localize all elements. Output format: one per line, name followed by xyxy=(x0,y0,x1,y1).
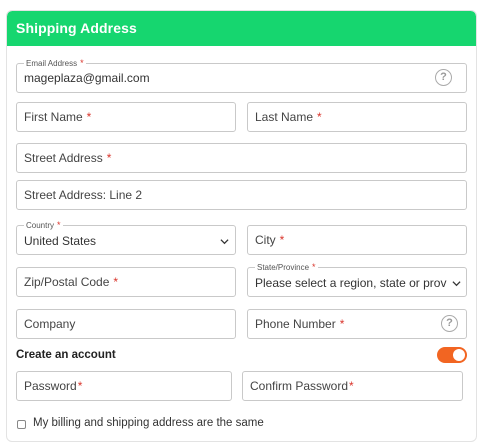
first-name-field[interactable]: First Name * xyxy=(16,102,236,132)
zip-field[interactable]: Zip/Postal Code * xyxy=(16,267,236,297)
country-value: United States xyxy=(24,234,97,248)
toggle-knob xyxy=(453,349,465,361)
panel-header: Shipping Address xyxy=(7,11,476,46)
email-value: mageplaza@gmail.com xyxy=(24,71,150,85)
password-field[interactable]: Password* xyxy=(16,371,232,401)
country-select[interactable]: Country * United States xyxy=(16,219,236,255)
panel-title: Shipping Address xyxy=(16,20,137,36)
confirm-password-field[interactable]: Confirm Password* xyxy=(242,371,463,401)
last-name-field[interactable]: Last Name * xyxy=(247,102,467,132)
same-address-label[interactable]: My billing and shipping address are the … xyxy=(33,417,264,429)
company-field[interactable]: Company xyxy=(16,309,236,339)
state-select[interactable]: State/Province * Please select a region, … xyxy=(247,261,467,297)
same-address-checkbox[interactable] xyxy=(17,420,26,429)
shipping-address-panel: Shipping Address Email Address * mageplaz… xyxy=(6,10,477,442)
country-label: Country * xyxy=(24,219,63,232)
city-placeholder: City xyxy=(255,233,276,247)
question-circle-icon[interactable]: ? xyxy=(441,315,458,332)
question-circle-icon[interactable]: ? xyxy=(435,69,452,86)
last-name-placeholder: Last Name xyxy=(255,110,314,124)
street-address-line2-field[interactable]: Street Address: Line 2 xyxy=(16,180,467,210)
state-value: Please select a region, state or provinc… xyxy=(255,276,447,290)
company-placeholder: Company xyxy=(24,317,76,331)
zip-placeholder: Zip/Postal Code xyxy=(24,275,110,289)
city-field[interactable]: City * xyxy=(247,225,467,255)
chevron-down-icon xyxy=(220,239,229,245)
street-address-field[interactable]: Street Address * xyxy=(16,143,467,173)
create-account-toggle[interactable] xyxy=(437,347,467,363)
password-placeholder: Password xyxy=(24,379,77,393)
state-label: State/Province * xyxy=(255,261,318,274)
first-name-placeholder: First Name xyxy=(24,110,83,124)
phone-field[interactable]: Phone Number * ? xyxy=(247,309,467,339)
confirm-password-placeholder: Confirm Password xyxy=(250,379,349,393)
chevron-down-icon xyxy=(452,281,461,287)
street-address-line2-placeholder: Street Address: Line 2 xyxy=(24,188,143,202)
email-field[interactable]: Email Address * mageplaza@gmail.com ? xyxy=(16,57,467,93)
email-label: Email Address * xyxy=(24,57,86,70)
create-account-label: Create an account xyxy=(16,349,116,361)
phone-placeholder: Phone Number xyxy=(255,317,336,331)
street-address-placeholder: Street Address xyxy=(24,151,103,165)
